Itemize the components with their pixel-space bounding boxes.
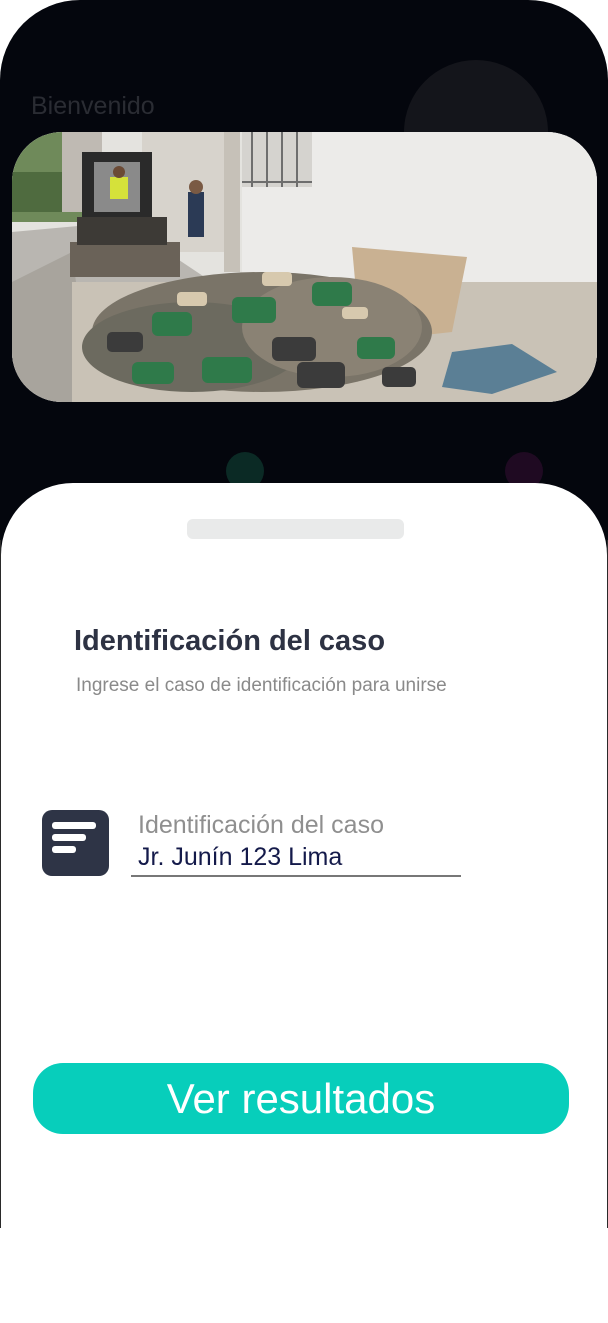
notes-icon <box>42 810 109 876</box>
case-id-label: Identificación del caso <box>138 811 384 839</box>
welcome-text: Bienvenido <box>31 92 155 120</box>
form-title: Identificación del caso <box>74 625 386 657</box>
see-results-button[interactable]: Ver resultados <box>33 1063 569 1134</box>
form-subtitle: Ingrese el caso de identificación para u… <box>76 675 447 696</box>
hero-image <box>12 132 597 402</box>
bottom-sheet: Identificación del caso Ingrese el caso … <box>1 483 607 1228</box>
case-id-input[interactable] <box>131 839 461 877</box>
sheet-drag-handle[interactable] <box>187 519 404 539</box>
street-debris-illustration <box>12 132 597 402</box>
